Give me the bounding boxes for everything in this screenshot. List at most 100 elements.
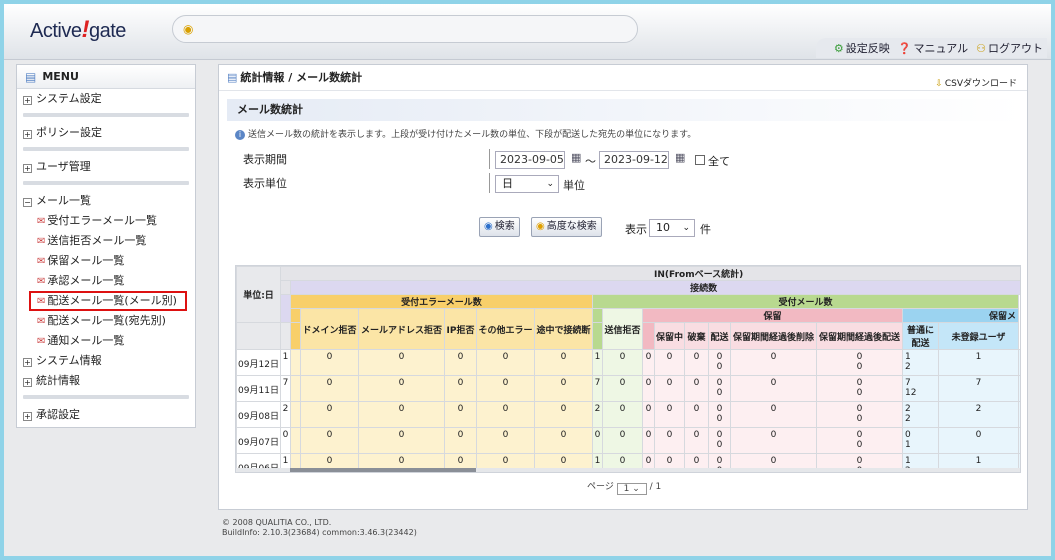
advanced-search-icon: ◉ [536,221,545,232]
menu-item-approval-mail[interactable]: ✉ 承認メール一覧 [17,271,195,291]
apply-settings-link[interactable]: ⚙ 設定反映 [834,40,890,56]
col-deliver: 配送 [708,322,731,350]
gear-sync-icon: ⚙ [833,42,844,55]
period-label: 表示期間 [243,153,287,166]
menu-item-error-mail[interactable]: ✉ 受付エラーメール一覧 [17,211,195,231]
menu-divider [23,395,189,399]
mail-icon: ✉ [37,296,46,307]
calendar-icon[interactable]: ▦ [571,151,581,164]
app-window: Active!gate ◉ ⚙ 設定反映 ❓ マニュアル ⚇ ログアウト ▤ MENU … [0,0,1055,560]
menu-item-held-mail[interactable]: ✉ 保留メール一覧 [17,251,195,271]
mail-icon: ✉ [37,316,46,327]
sidebar-menu: ▤ MENU + システム設定 + ポリシー設定 + ユーザ管理 − メール一覧 ✉ 受付エ… [16,64,196,428]
all-checkbox[interactable] [695,155,705,165]
divider [489,149,490,169]
mail-icon: ✉ [37,336,46,347]
date-to-input[interactable]: 2023-09-12 [599,151,669,169]
description: i 送信メール数の統計を表示します。上段が受け付けたメール数の単位、下段が配送した… [235,127,696,140]
menu-title: ▤ MENU [17,65,195,89]
stats-table-container: 単位:日 IN(Fromベース統計) 接続数 受付エラーメール数 受付メール数 … [235,265,1021,473]
spacer [280,294,291,323]
col-normal-deliver: 普通に配送 [902,322,939,350]
stats-icon: ▤ [227,71,238,84]
error-group-header: 受付エラーメール数 [290,294,593,309]
col-unregistered-user: 未登録ユーザ [938,322,1019,350]
unit-header: 単位:日 [236,266,281,323]
chevron-down-icon: ⌄ [682,223,690,233]
mail-icon: ✉ [37,256,46,267]
main-panel: ▤ 統計情報 / メール数統計 ⇩ CSVダウンロード メール数統計 i 送信メール数… [218,64,1028,510]
unit-suffix: 単位 [563,179,585,192]
spacer [236,322,281,350]
search-button[interactable]: ◉ 検索 [479,217,520,237]
page-select[interactable]: 1 ⌄ [616,483,647,495]
menu-section-policy[interactable]: + ポリシー設定 [17,123,195,143]
menu-section-system-info[interactable]: + システム情報 [17,351,195,371]
date-from-input[interactable]: 2023-09-05 [495,151,565,169]
display-label: 表示 [625,223,647,236]
menu-item-notification-mail[interactable]: ✉ 通知メール一覧 [17,331,195,351]
mail-icon: ✉ [37,216,46,227]
app-header: Active!gate ◉ ⚙ 設定反映 ❓ マニュアル ⚇ ログアウト [4,4,1051,60]
manual-link[interactable]: ❓ マニュアル [898,40,968,56]
horizontal-scrollbar[interactable] [236,468,1020,472]
col-ip-reject: IP拒否 [444,308,477,350]
help-icon: ❓ [897,42,912,55]
col-address-reject: メールアドレス拒否 [358,308,445,350]
calendar-icon[interactable]: ▦ [675,151,685,164]
pager: ページ 1 ⌄ / 1 [587,482,662,495]
menu-divider [23,181,189,185]
divider [489,173,490,193]
col-holding: 保留中 [654,322,685,350]
page-title: メール数統計 [227,99,1023,121]
col-discard: 破棄 [684,322,709,350]
search-icon: ◉ [484,221,493,232]
hold-group-header: 保留 [642,308,903,323]
connections-header: 接続数 [289,280,1020,295]
mail-icon: ✉ [37,276,46,287]
logo: Active!gate [30,16,126,43]
menu-section-mail-list[interactable]: − メール一覧 [17,191,195,211]
user-bar: ◉ [172,15,638,43]
advanced-search-button[interactable]: ◉ 高度な検索 [531,217,602,237]
menu-icon: ▤ [25,69,37,84]
download-icon: ⇩ [935,79,943,89]
table-row: 09月07日 0 0 0 0 0 0 0 0 0 0 0 0 00 0 00 0 [236,427,1020,454]
display-suffix: 件 [700,223,711,236]
col-hold-expire-delete: 保留期間経過後削除 [730,322,817,350]
menu-item-delivery-by-recipient[interactable]: ✉ 配送メール一覧(宛先別) [17,311,195,331]
logout-icon: ⚇ [976,42,986,55]
menu-item-delivery-by-mail[interactable]: ✉ 配送メール一覧(メール別) [29,291,187,311]
menu-section-statistics[interactable]: + 統計情報 [17,371,195,391]
spacer [290,322,301,350]
menu-section-approval[interactable]: + 承認設定 [17,405,195,425]
menu-section-system[interactable]: + システム設定 [17,89,195,109]
menu-divider [23,113,189,117]
info-icon: i [235,130,245,140]
stats-table: 単位:日 IN(Fromベース統計) 接続数 受付エラーメール数 受付メール数 … [236,266,1020,472]
table-row: 09月11日 7 0 0 0 0 0 0 7 0 0 0 0 00 0 00 7 [236,375,1020,402]
logout-link[interactable]: ⚇ ログアウト [976,40,1043,56]
spacer [592,322,603,350]
csv-download-link[interactable]: ⇩ CSVダウンロード [935,71,1017,97]
spacer [280,280,291,295]
unit-select[interactable]: 日 ⌄ [495,175,559,193]
date-separator: ～ [585,155,596,168]
col-domain-reject: ドメイン拒否 [300,308,359,350]
top-links: ⚙ 設定反映 ❓ マニュアル ⚇ ログアウト [815,38,1047,58]
menu-section-users[interactable]: + ユーザ管理 [17,157,195,177]
all-label: 全て [708,155,730,168]
in-header: IN(Fromベース統計) [279,266,1020,281]
user-icon: ◉ [183,22,194,36]
scrollbar-thumb[interactable] [290,468,476,472]
unit-label: 表示単位 [243,177,287,190]
menu-item-rejected-mail[interactable]: ✉ 送信拒否メール一覧 [17,231,195,251]
footer: © 2008 QUALITIA CO., LTD. BuildInfo: 2.1… [222,518,417,537]
hold2-group-header: 保留メ [902,308,1019,323]
breadcrumb: ▤ 統計情報 / メール数統計 ⇩ CSVダウンロード [219,65,1027,91]
display-count-select[interactable]: 10 ⌄ [649,219,695,237]
col-hold-expire-deliver: 保留期間経過後配送 [816,322,903,350]
col-other-error: その他エラー [476,308,535,350]
spacer [592,308,603,323]
col-send-reject: 送信拒否 [602,308,643,350]
